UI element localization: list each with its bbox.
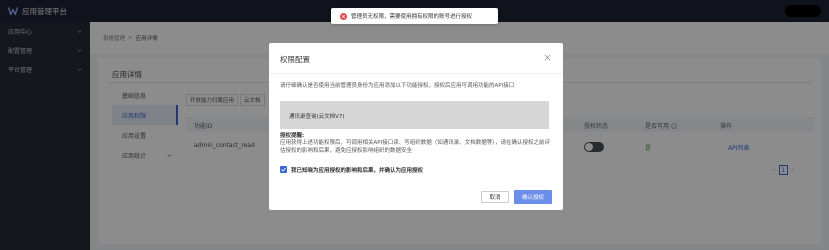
error-circle-icon [340, 12, 347, 20]
permission-box: 通讯录查询(云文档V7) [280, 101, 549, 129]
warning-text: 应用获得上述功能权限后，可调用相关API接口读、写组织数据（如通讯录、文档数据等… [280, 140, 550, 154]
cancel-button[interactable]: 取消 [481, 191, 509, 203]
close-icon[interactable] [544, 54, 551, 61]
permission-dialog: 权限配置 请仔细确认是否使用当前管理员身份为应用添加以下功能授权，授权后应用可调… [269, 43, 563, 210]
permission-item: 通讯录查询(云文档V7) [289, 114, 345, 120]
checkbox-label[interactable]: 我已知晓为应用授权的影响和后果，并确认为应用授权 [291, 166, 423, 174]
dialog-title: 权限配置 [280, 55, 310, 64]
dialog-description: 请仔细确认是否使用当前管理员身份为应用添加以下功能授权，授权后应用可调用功能的A… [280, 83, 515, 89]
confirm-auth-button[interactable]: 确认授权 [514, 190, 552, 204]
warning-title: 授权提醒: [280, 133, 305, 139]
check-icon [281, 167, 286, 172]
error-toast: 管理员无权限，需要使用拥有权限的账号进行授权 [331, 8, 498, 24]
divider [269, 73, 563, 74]
toast-message: 管理员无权限，需要使用拥有权限的账号进行授权 [351, 14, 473, 20]
confirm-checkbox[interactable] [280, 166, 287, 173]
